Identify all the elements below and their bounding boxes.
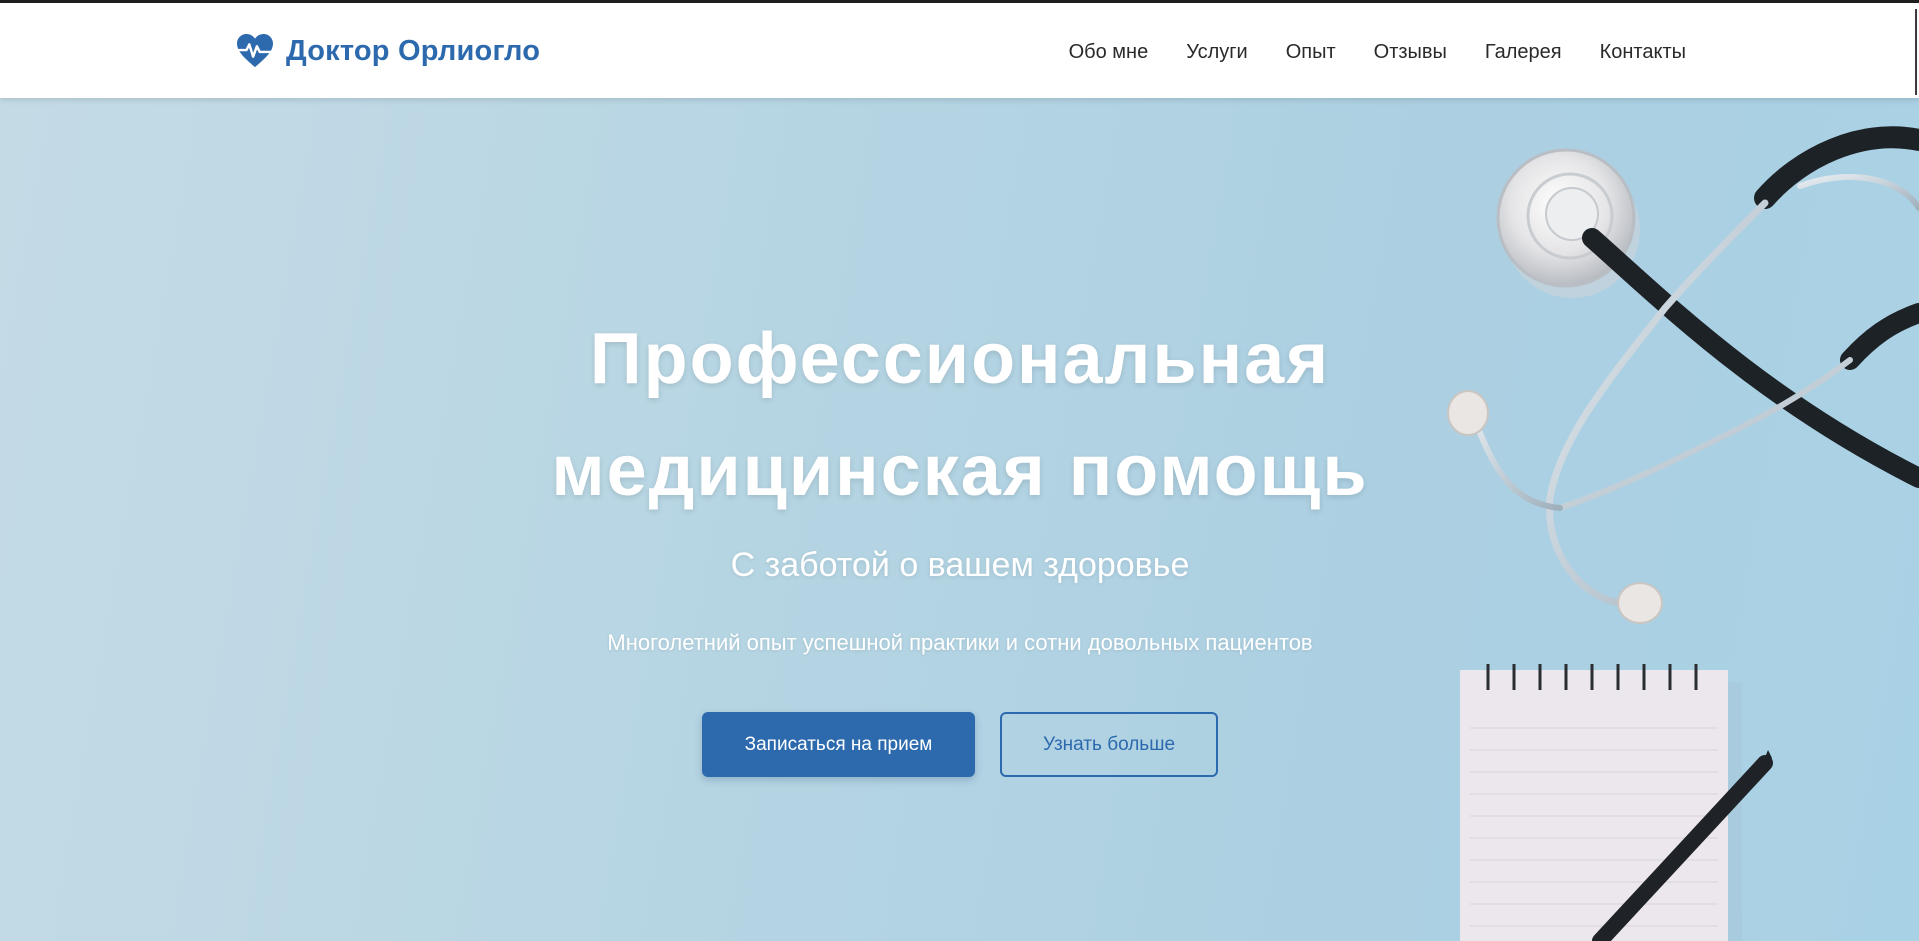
nav-item-reviews[interactable]: Отзывы (1374, 41, 1447, 64)
brand-name: Доктор Орлиогло (286, 34, 541, 67)
main-nav: Обо мне Услуги Опыт Отзывы Галерея Конта… (1069, 3, 1686, 101)
nav-item-experience[interactable]: Опыт (1286, 41, 1336, 64)
scrollbar[interactable] (1915, 9, 1917, 95)
book-appointment-button[interactable]: Записаться на прием (702, 712, 975, 777)
hero-subtitle: С заботой о вашем здоровье (730, 546, 1190, 584)
nav-item-gallery[interactable]: Галерея (1485, 41, 1562, 64)
brand-logo-link[interactable]: Доктор Орлиогло (236, 31, 540, 71)
nav-item-services[interactable]: Услуги (1186, 41, 1248, 64)
hero-description: Многолетний опыт успешной практики и сот… (607, 630, 1313, 655)
hero-content: Профессиональная медицинская помощь С за… (0, 98, 1919, 941)
site-header: Доктор Орлиогло Обо мне Услуги Опыт Отзы… (0, 0, 1919, 98)
learn-more-button[interactable]: Узнать больше (1000, 712, 1218, 777)
nav-item-contacts[interactable]: Контакты (1600, 41, 1686, 64)
hero-title-line-1: Профессиональная (589, 319, 1331, 399)
page: Доктор Орлиогло Обо мне Услуги Опыт Отзы… (0, 0, 1919, 941)
hero-title: Профессиональная медицинская помощь (460, 303, 1460, 527)
hero-title-line-2: медицинская помощь (551, 431, 1369, 511)
heart-pulse-icon (236, 33, 274, 69)
nav-item-about[interactable]: Обо мне (1069, 41, 1149, 64)
hero-section: Профессиональная медицинская помощь С за… (0, 98, 1919, 941)
